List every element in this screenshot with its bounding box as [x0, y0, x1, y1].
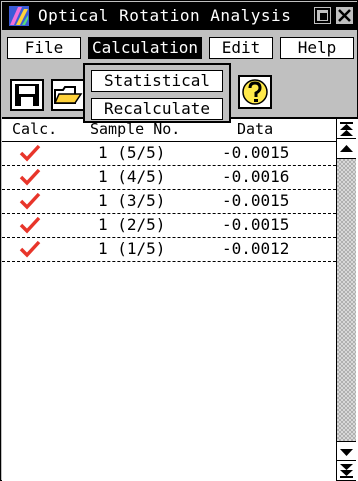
- window-title: Optical Rotation Analysis: [38, 6, 292, 25]
- table-row[interactable]: 1 (5/5) -0.0015: [2, 142, 336, 166]
- data-value: -0.0015: [222, 191, 290, 210]
- calculation-dropdown: Statistical Recalculate: [83, 63, 231, 123]
- sample-no: 1 (5/5): [98, 143, 166, 162]
- sample-no: 1 (2/5): [98, 215, 166, 234]
- title-bar[interactable]: Optical Rotation Analysis: [2, 2, 358, 30]
- header-calc[interactable]: Calc.: [12, 119, 57, 139]
- sample-no: 1 (3/5): [98, 191, 166, 210]
- vertical-scrollbar[interactable]: [336, 119, 356, 481]
- scroll-bottom-icon[interactable]: [337, 461, 356, 481]
- sample-no: 1 (4/5): [98, 167, 166, 186]
- checkmark-icon[interactable]: [19, 240, 41, 258]
- close-icon[interactable]: [336, 7, 353, 24]
- checkmark-icon[interactable]: [19, 168, 41, 186]
- app-icon: [9, 6, 29, 26]
- data-value: -0.0015: [222, 143, 290, 162]
- restore-icon[interactable]: [314, 7, 331, 24]
- table-row[interactable]: 1 (2/5) -0.0015: [2, 214, 336, 238]
- table-row[interactable]: 1 (4/5) -0.0016: [2, 166, 336, 190]
- menu-file[interactable]: File: [7, 37, 81, 59]
- header-data[interactable]: Data: [237, 119, 273, 139]
- sample-list: Calc. Sample No. Data 1 (5/5) -0.0015 1 …: [2, 117, 358, 481]
- checkmark-icon[interactable]: [19, 216, 41, 234]
- menu-bar: File Calculation Edit Help: [2, 31, 358, 61]
- scroll-down-icon[interactable]: [337, 441, 356, 461]
- menu-calculation-label: Calculation: [92, 38, 198, 57]
- table-row[interactable]: 1 (1/5) -0.0012: [2, 238, 336, 262]
- data-value: -0.0016: [222, 167, 290, 186]
- save-icon: [15, 84, 39, 106]
- menu-edit[interactable]: Edit: [209, 37, 273, 59]
- checkmark-icon[interactable]: [19, 192, 41, 210]
- app-window: Optical Rotation Analysis File Calculati…: [0, 0, 358, 481]
- table-row[interactable]: 1 (3/5) -0.0015: [2, 190, 336, 214]
- scroll-top-icon[interactable]: [337, 119, 356, 139]
- menu-help[interactable]: Help: [280, 37, 354, 59]
- open-folder-icon: [53, 86, 83, 104]
- help-button[interactable]: [238, 75, 272, 109]
- menu-item-recalculate[interactable]: Recalculate: [91, 98, 223, 120]
- sample-no: 1 (1/5): [98, 239, 166, 258]
- scroll-up-icon[interactable]: [337, 139, 356, 159]
- menu-calculation[interactable]: Calculation: [88, 37, 202, 59]
- menu-item-statistical[interactable]: Statistical: [91, 70, 223, 92]
- data-value: -0.0015: [222, 215, 290, 234]
- open-button[interactable]: [51, 79, 85, 111]
- save-button[interactable]: [10, 79, 44, 111]
- data-value: -0.0012: [222, 239, 290, 258]
- help-icon: [242, 79, 268, 105]
- checkmark-icon[interactable]: [19, 144, 41, 162]
